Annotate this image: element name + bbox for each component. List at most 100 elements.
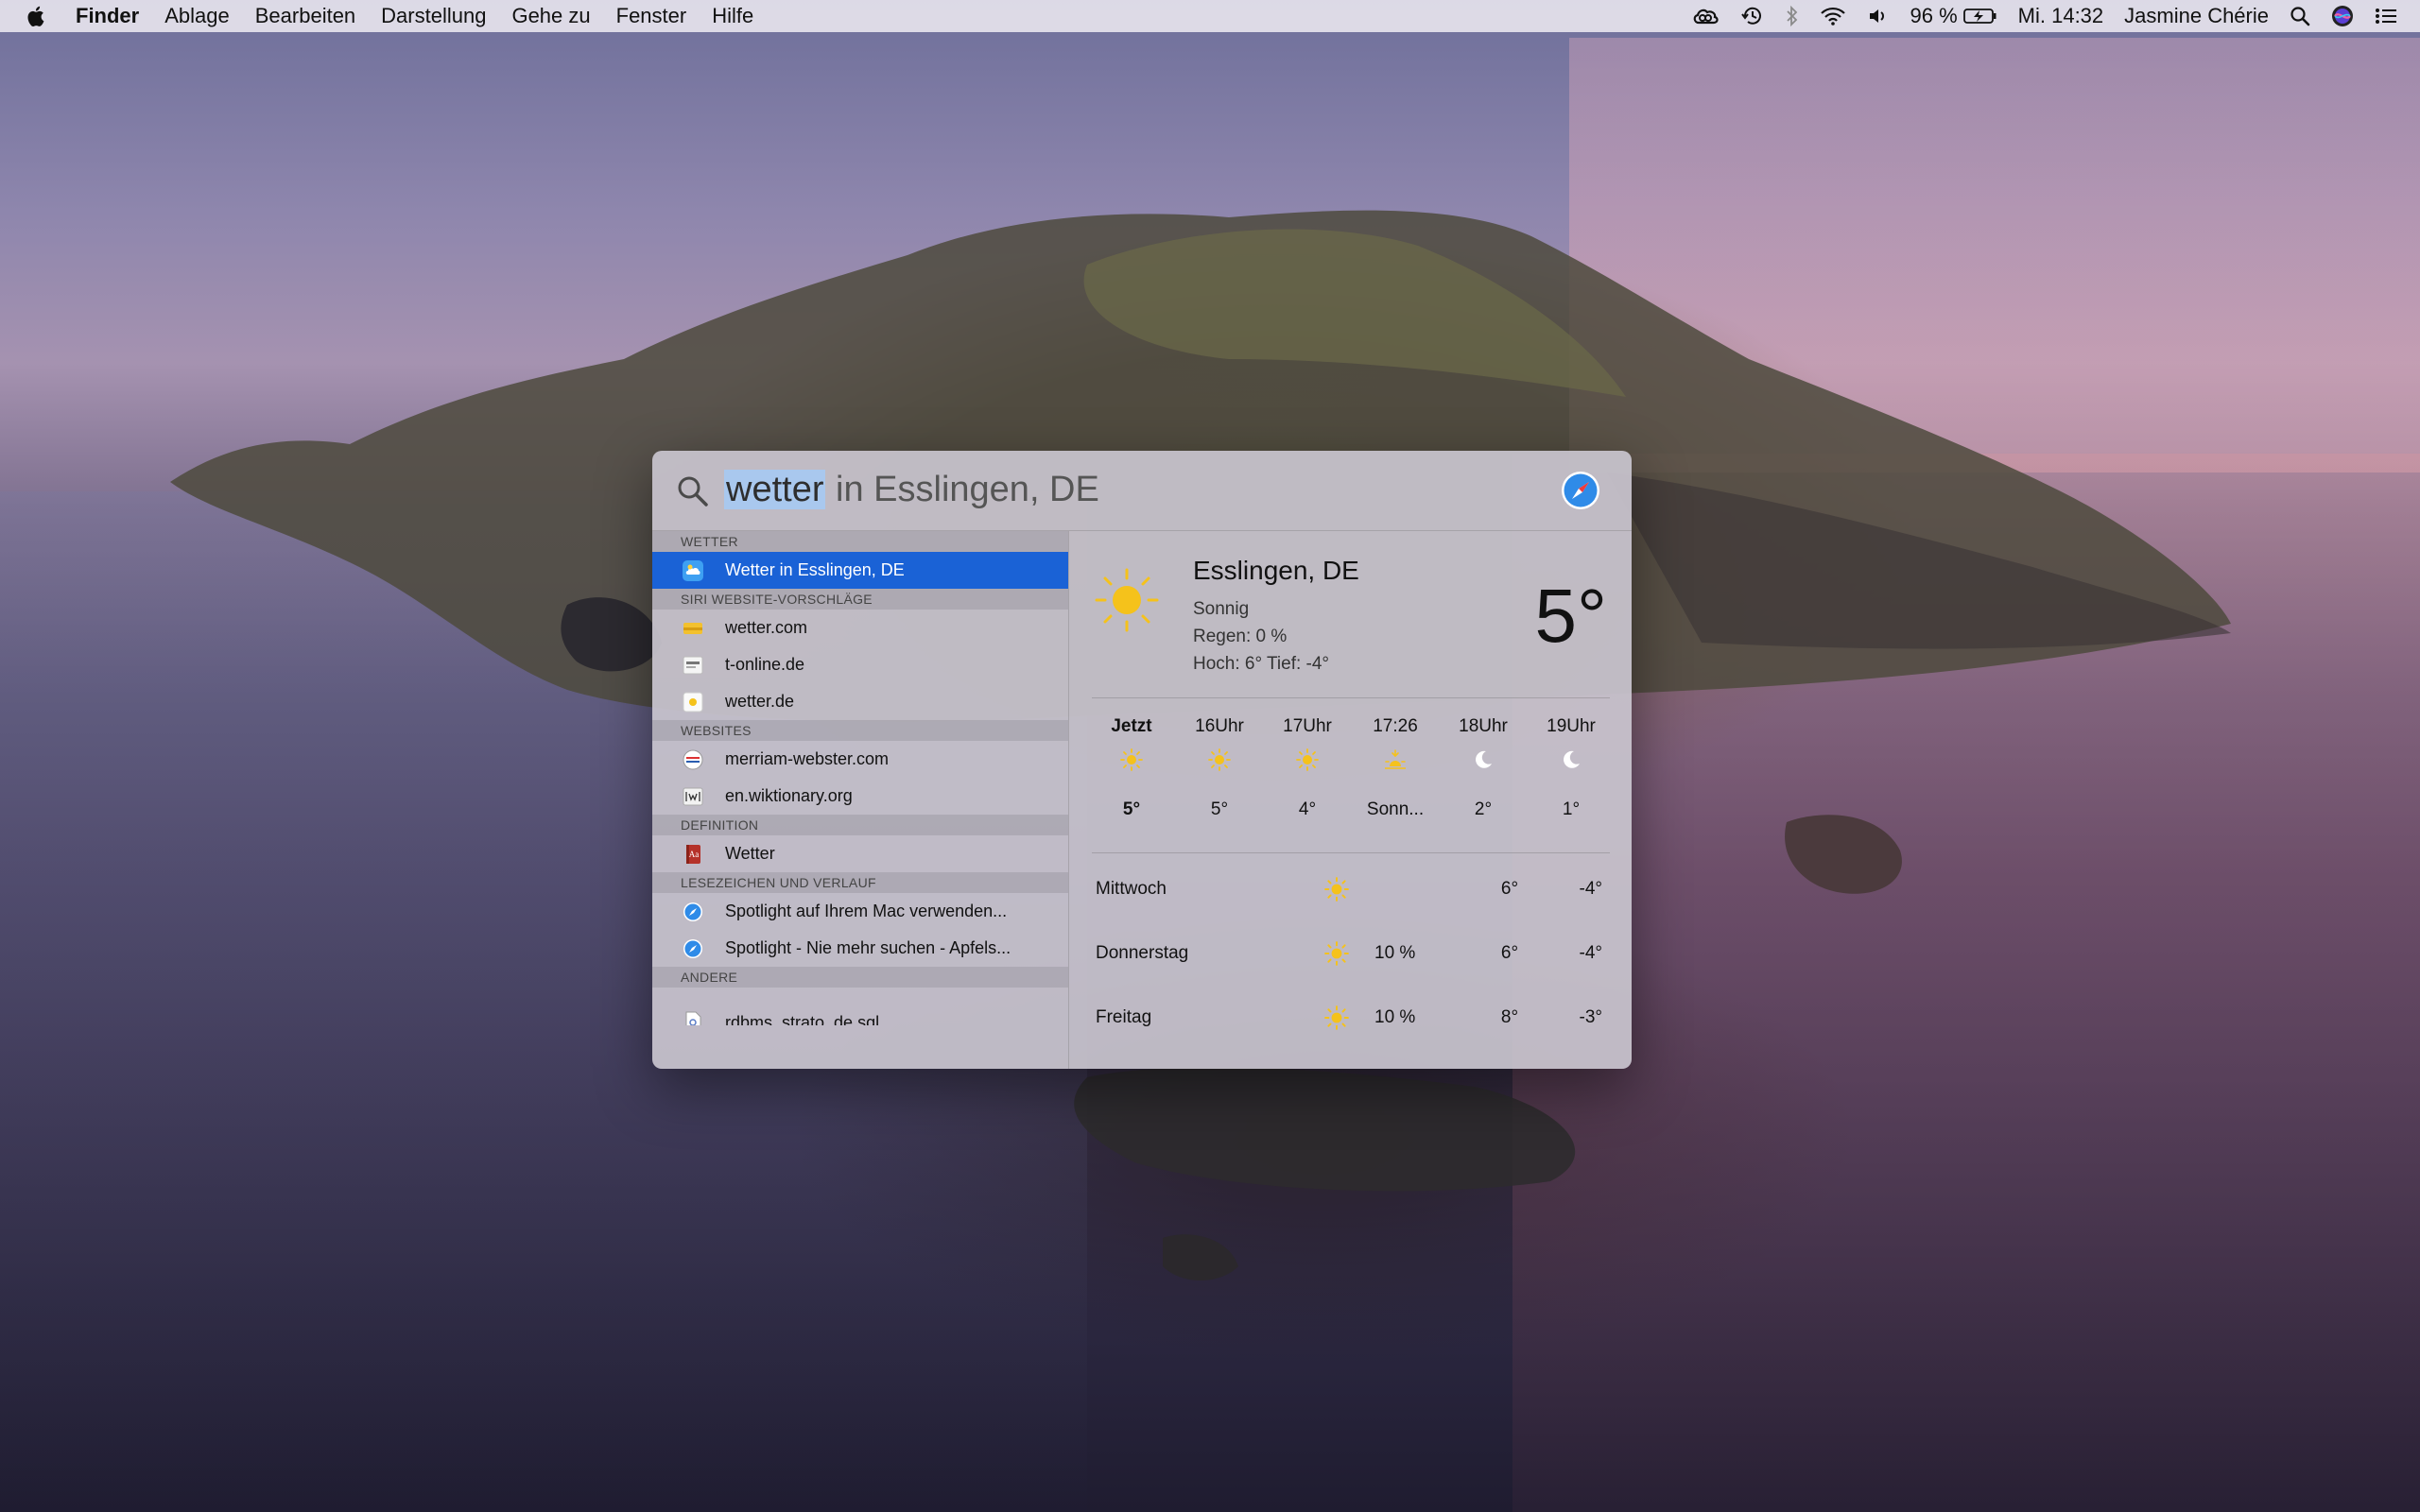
weather-high-low: Hoch: 6° Tief: -4° bbox=[1193, 654, 1330, 674]
menu-fenster[interactable]: Fenster bbox=[616, 4, 687, 28]
section-header-weather: WETTER bbox=[652, 531, 1068, 552]
menu-bearbeiten[interactable]: Bearbeiten bbox=[255, 4, 355, 28]
hourly-label: 18Uhr bbox=[1459, 716, 1508, 736]
wetter-de-icon bbox=[682, 691, 704, 713]
svg-text:Aa: Aa bbox=[689, 850, 700, 859]
wifi-icon[interactable] bbox=[1820, 6, 1846, 26]
section-header-definition: DEFINITION bbox=[652, 815, 1068, 835]
result-label: en.wiktionary.org bbox=[725, 786, 853, 805]
wiktionary-icon bbox=[682, 785, 704, 808]
result-bookmark[interactable]: Spotlight auf Ihrem Mac verwenden... bbox=[652, 893, 1068, 930]
daily-precip: 10 % bbox=[1374, 1007, 1416, 1027]
battery-percentage: 96 % bbox=[1910, 4, 1958, 27]
menu-bar: Finder Ablage Bearbeiten Darstellung Geh… bbox=[0, 0, 2420, 32]
sun-icon bbox=[1095, 568, 1159, 632]
safari-icon bbox=[682, 901, 704, 923]
weather-rain: Regen: 0 % bbox=[1193, 627, 1288, 646]
result-label: Wetter bbox=[725, 844, 775, 863]
daily-precip: 10 % bbox=[1374, 943, 1416, 963]
sun-icon bbox=[1296, 748, 1319, 771]
sun-icon bbox=[1324, 941, 1349, 966]
user-name[interactable]: Jasmine Chérie bbox=[2124, 4, 2269, 28]
section-header-siri-websites: SIRI WEBSITE-VORSCHLÄGE bbox=[652, 589, 1068, 610]
daily-row: Donnerstag 10 % 6° -4° bbox=[1069, 919, 1632, 983]
notification-center-icon[interactable] bbox=[2375, 7, 2397, 26]
sun-icon bbox=[1324, 1005, 1349, 1030]
safari-compass-icon[interactable] bbox=[1560, 470, 1601, 511]
menu-ablage[interactable]: Ablage bbox=[164, 4, 230, 28]
daily-day: Mittwoch bbox=[1096, 879, 1167, 899]
section-header-websites: WEBSITES bbox=[652, 720, 1068, 741]
apple-menu-icon[interactable] bbox=[26, 4, 47, 28]
daily-row: Freitag 10 % 8° -3° bbox=[1069, 983, 1632, 1047]
daily-low: -4° bbox=[1579, 879, 1603, 899]
creative-cloud-icon[interactable] bbox=[1691, 6, 1720, 26]
result-website[interactable]: en.wiktionary.org bbox=[652, 778, 1068, 815]
result-weather[interactable]: Wetter in Esslingen, DE bbox=[652, 552, 1068, 589]
time-machine-icon[interactable] bbox=[1740, 5, 1765, 27]
sunset-icon bbox=[1385, 749, 1406, 769]
section-header-bookmarks: LESEZEICHEN UND VERLAUF bbox=[652, 872, 1068, 893]
daily-high: 6° bbox=[1500, 943, 1519, 963]
sun-icon bbox=[1120, 748, 1143, 771]
search-input-completion: in Esslingen, DE bbox=[825, 470, 1099, 509]
weather-city: Esslingen, DE bbox=[1193, 556, 1359, 585]
hourly-temp: 1° bbox=[1562, 799, 1581, 819]
hourly-label: 17Uhr bbox=[1283, 716, 1332, 736]
result-label: Spotlight auf Ihrem Mac verwenden... bbox=[725, 902, 1008, 920]
menu-darstellung[interactable]: Darstellung bbox=[381, 4, 486, 28]
weather-condition: Sonnig bbox=[1193, 599, 1250, 619]
daily-day: Freitag bbox=[1096, 1007, 1152, 1027]
daily-low: -3° bbox=[1579, 1007, 1603, 1027]
weather-current: Esslingen, DE Sonnig Regen: 0 % Hoch: 6°… bbox=[1069, 531, 1632, 697]
divider bbox=[1092, 852, 1610, 853]
result-siri-site[interactable]: wetter.com bbox=[652, 610, 1068, 646]
dictionary-icon: Aa bbox=[682, 843, 704, 866]
daily-high: 6° bbox=[1500, 879, 1519, 899]
hourly-temp: 2° bbox=[1474, 799, 1493, 819]
weather-preview: Esslingen, DE Sonnig Regen: 0 % Hoch: 6°… bbox=[1069, 531, 1632, 1069]
siri-icon[interactable] bbox=[2331, 5, 2354, 27]
hourly-temp: 5° bbox=[1122, 799, 1141, 819]
weather-hourly: Jetzt 5° 16Uhr 5° 17Uhr 4° 17:26 Sonn...… bbox=[1069, 697, 1632, 852]
hourly-temp: 5° bbox=[1210, 799, 1229, 819]
weather-app-icon bbox=[682, 559, 704, 582]
weather-current-temp: 5° bbox=[1534, 574, 1607, 658]
moon-icon bbox=[1564, 750, 1580, 768]
bluetooth-icon[interactable] bbox=[1786, 5, 1799, 27]
result-other[interactable]: rdbms_strato_de.sql bbox=[652, 988, 1068, 1025]
result-definition[interactable]: Aa Wetter bbox=[652, 835, 1068, 872]
daily-day: Donnerstag bbox=[1096, 943, 1189, 963]
hourly-temp: 4° bbox=[1298, 799, 1317, 819]
clock[interactable]: Mi. 14:32 bbox=[2018, 4, 2104, 28]
result-label: Spotlight - Nie mehr suchen - Apfels... bbox=[725, 938, 1011, 957]
result-siri-site[interactable]: t-online.de bbox=[652, 646, 1068, 683]
result-label: wetter.com bbox=[725, 618, 808, 637]
daily-high: 8° bbox=[1500, 1007, 1519, 1027]
hourly-label: 19Uhr bbox=[1547, 716, 1596, 736]
result-website[interactable]: merriam-webster.com bbox=[652, 741, 1068, 778]
spotlight-search-bar[interactable]: wetter in Esslingen, DE bbox=[652, 451, 1632, 531]
result-label: wetter.de bbox=[725, 692, 795, 711]
search-input[interactable]: wetter in Esslingen, DE bbox=[724, 466, 1099, 513]
menu-finder[interactable]: Finder bbox=[76, 4, 139, 28]
menu-hilfe[interactable]: Hilfe bbox=[712, 4, 753, 28]
sun-icon bbox=[1208, 748, 1231, 771]
moon-icon bbox=[1476, 750, 1492, 768]
result-bookmark[interactable]: Spotlight - Nie mehr suchen - Apfels... bbox=[652, 930, 1068, 967]
merriam-webster-icon bbox=[682, 748, 704, 771]
result-label: merriam-webster.com bbox=[725, 749, 890, 768]
daily-low: -4° bbox=[1579, 943, 1603, 963]
spotlight-search-icon[interactable] bbox=[2290, 6, 2310, 26]
result-label: t-online.de bbox=[725, 655, 805, 674]
menu-gehe-zu[interactable]: Gehe zu bbox=[511, 4, 590, 28]
battery-charging-icon[interactable] bbox=[1962, 7, 1997, 26]
result-siri-site[interactable]: wetter.de bbox=[652, 683, 1068, 720]
t-online-icon bbox=[682, 654, 704, 677]
volume-icon[interactable] bbox=[1867, 6, 1890, 26]
hourly-label: Jetzt bbox=[1111, 716, 1152, 736]
search-input-selection: wetter bbox=[724, 470, 826, 509]
daily-row: Mittwoch 6° -4° bbox=[1069, 854, 1632, 919]
sql-file-icon bbox=[682, 1010, 704, 1025]
results-list: WETTER Wetter in Esslingen, DE SIRI WEBS… bbox=[652, 531, 1069, 1069]
